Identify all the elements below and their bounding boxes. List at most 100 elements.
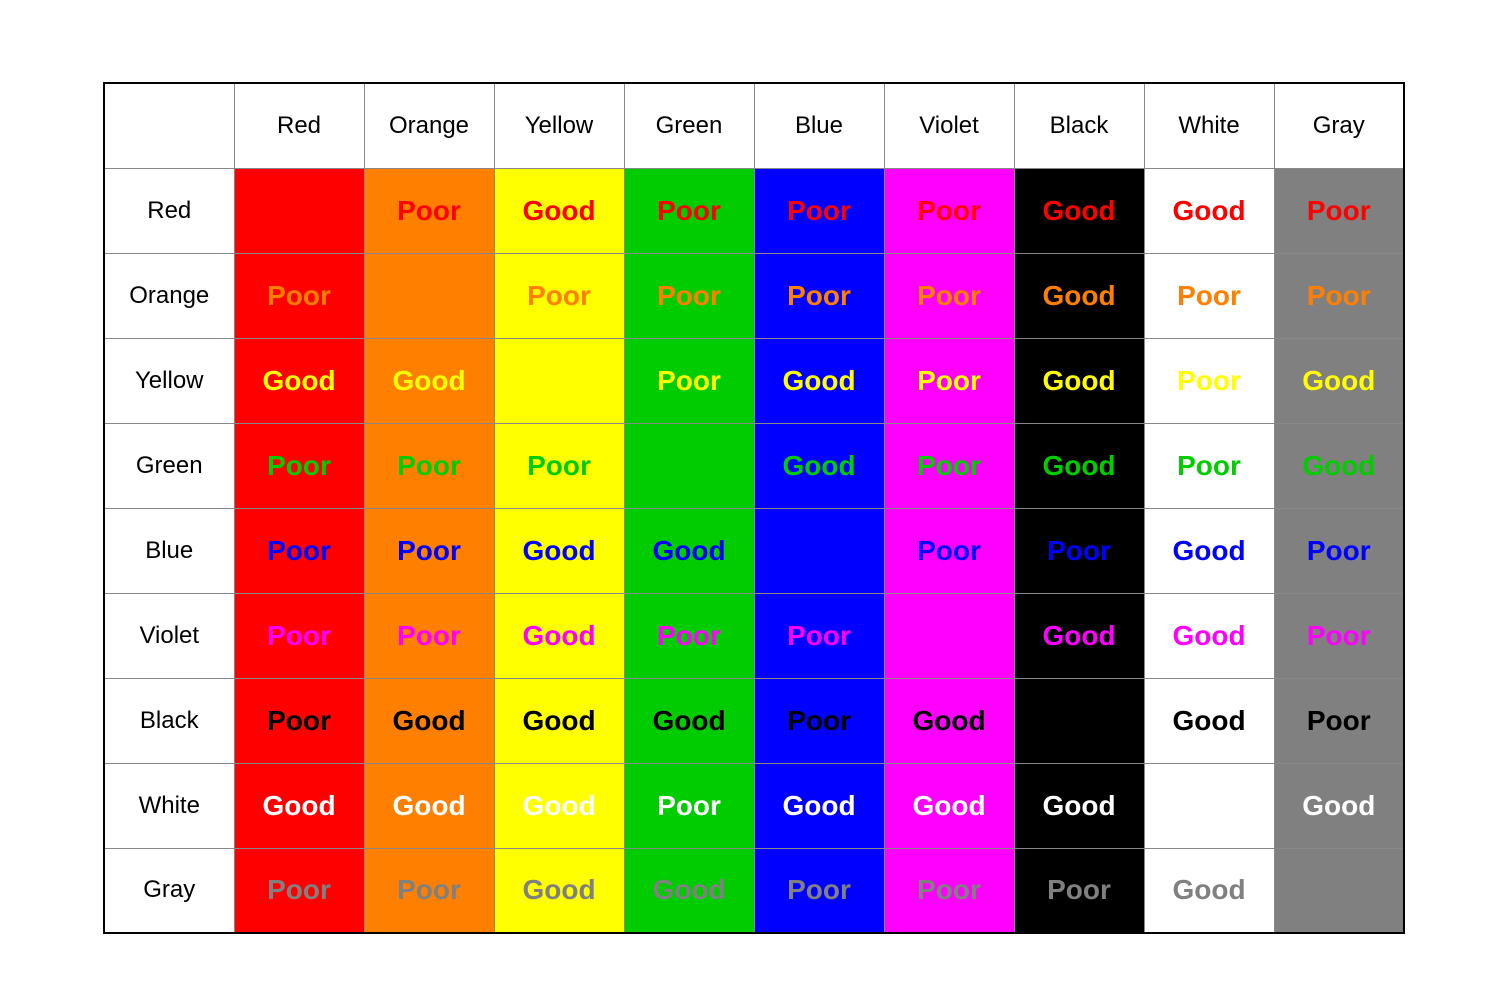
rating-label: Poor (397, 450, 461, 481)
rating-label: Poor (917, 450, 981, 481)
cell-orange-red: Poor (234, 253, 364, 338)
cell-white-orange: Good (364, 763, 494, 848)
cell-yellow-green: Poor (624, 338, 754, 423)
cell-white-black: Good (1014, 763, 1144, 848)
rating-label: Good (912, 705, 985, 736)
row-header-black: Black (104, 678, 234, 763)
rating-label: Good (912, 790, 985, 821)
rating-label: Good (522, 705, 595, 736)
rating-label: Good (392, 365, 465, 396)
col-header-yellow: Yellow (494, 83, 624, 168)
cell-yellow-violet: Poor (884, 338, 1014, 423)
cell-gray-orange: Poor (364, 848, 494, 933)
cell-orange-orange (364, 253, 494, 338)
row-header-orange: Orange (104, 253, 234, 338)
cell-red-orange: Poor (364, 168, 494, 253)
cell-red-yellow: Good (494, 168, 624, 253)
cell-red-gray: Poor (1274, 168, 1404, 253)
cell-red-violet: Poor (884, 168, 1014, 253)
rating-label: Good (522, 535, 595, 566)
cell-white-violet: Good (884, 763, 1014, 848)
cell-green-white: Poor (1144, 423, 1274, 508)
cell-orange-gray: Poor (1274, 253, 1404, 338)
rating-label: Poor (787, 874, 851, 905)
rating-label: Poor (917, 874, 981, 905)
rating-label: Poor (527, 280, 591, 311)
cell-orange-black: Good (1014, 253, 1144, 338)
cell-green-violet: Poor (884, 423, 1014, 508)
cell-black-red: Poor (234, 678, 364, 763)
rating-label: Poor (1307, 535, 1371, 566)
cell-gray-gray (1274, 848, 1404, 933)
rating-label: Poor (787, 280, 851, 311)
cell-blue-green: Good (624, 508, 754, 593)
rating-label: Good (652, 705, 725, 736)
cell-orange-green: Poor (624, 253, 754, 338)
rating-label: Poor (397, 195, 461, 226)
rating-label: Good (1042, 620, 1115, 651)
rating-label: Poor (787, 705, 851, 736)
cell-black-yellow: Good (494, 678, 624, 763)
cell-white-white (1144, 763, 1274, 848)
cell-blue-violet: Poor (884, 508, 1014, 593)
rating-label: Good (522, 874, 595, 905)
rating-label: Poor (1177, 450, 1241, 481)
rating-label: Good (1172, 195, 1245, 226)
cell-green-black: Good (1014, 423, 1144, 508)
rating-label: Poor (917, 535, 981, 566)
rating-label: Good (522, 790, 595, 821)
cell-violet-yellow: Good (494, 593, 624, 678)
cell-gray-black: Poor (1014, 848, 1144, 933)
rating-label: Poor (787, 620, 851, 651)
rating-label: Poor (397, 620, 461, 651)
rating-label: Poor (267, 450, 331, 481)
rating-label: Poor (1047, 874, 1111, 905)
rating-label: Poor (1047, 535, 1111, 566)
cell-green-green (624, 423, 754, 508)
rating-label: Poor (917, 365, 981, 396)
rating-label: Good (522, 620, 595, 651)
row-header-green: Green (104, 423, 234, 508)
row-header-red: Red (104, 168, 234, 253)
cell-white-yellow: Good (494, 763, 624, 848)
cell-red-white: Good (1144, 168, 1274, 253)
col-header-blue: Blue (754, 83, 884, 168)
cell-black-orange: Good (364, 678, 494, 763)
rating-label: Poor (657, 195, 721, 226)
rating-label: Poor (917, 280, 981, 311)
cell-violet-orange: Poor (364, 593, 494, 678)
cell-violet-red: Poor (234, 593, 364, 678)
cell-red-red (234, 168, 364, 253)
cell-gray-yellow: Good (494, 848, 624, 933)
cell-yellow-yellow (494, 338, 624, 423)
cell-blue-orange: Poor (364, 508, 494, 593)
rating-label: Good (1042, 195, 1115, 226)
cell-white-red: Good (234, 763, 364, 848)
col-header-violet: Violet (884, 83, 1014, 168)
cell-blue-red: Poor (234, 508, 364, 593)
table-wrapper: RedOrangeYellowGreenBlueVioletBlackWhite… (95, 8, 1405, 1008)
rating-label: Good (392, 790, 465, 821)
cell-red-green: Poor (624, 168, 754, 253)
cell-red-blue: Poor (754, 168, 884, 253)
cell-violet-black: Good (1014, 593, 1144, 678)
cell-black-black (1014, 678, 1144, 763)
cell-black-white: Good (1144, 678, 1274, 763)
cell-black-green: Good (624, 678, 754, 763)
cell-yellow-black: Good (1014, 338, 1144, 423)
cell-blue-gray: Poor (1274, 508, 1404, 593)
cell-violet-green: Poor (624, 593, 754, 678)
cell-orange-yellow: Poor (494, 253, 624, 338)
cell-black-violet: Good (884, 678, 1014, 763)
contrast-table: RedOrangeYellowGreenBlueVioletBlackWhite… (103, 82, 1405, 934)
rating-label: Poor (657, 620, 721, 651)
rating-label: Poor (267, 535, 331, 566)
cell-black-blue: Poor (754, 678, 884, 763)
cell-green-blue: Good (754, 423, 884, 508)
cell-blue-black: Poor (1014, 508, 1144, 593)
rating-label: Good (1172, 620, 1245, 651)
cell-white-gray: Good (1274, 763, 1404, 848)
rating-label: Poor (1177, 280, 1241, 311)
cell-blue-yellow: Good (494, 508, 624, 593)
cell-yellow-gray: Good (1274, 338, 1404, 423)
